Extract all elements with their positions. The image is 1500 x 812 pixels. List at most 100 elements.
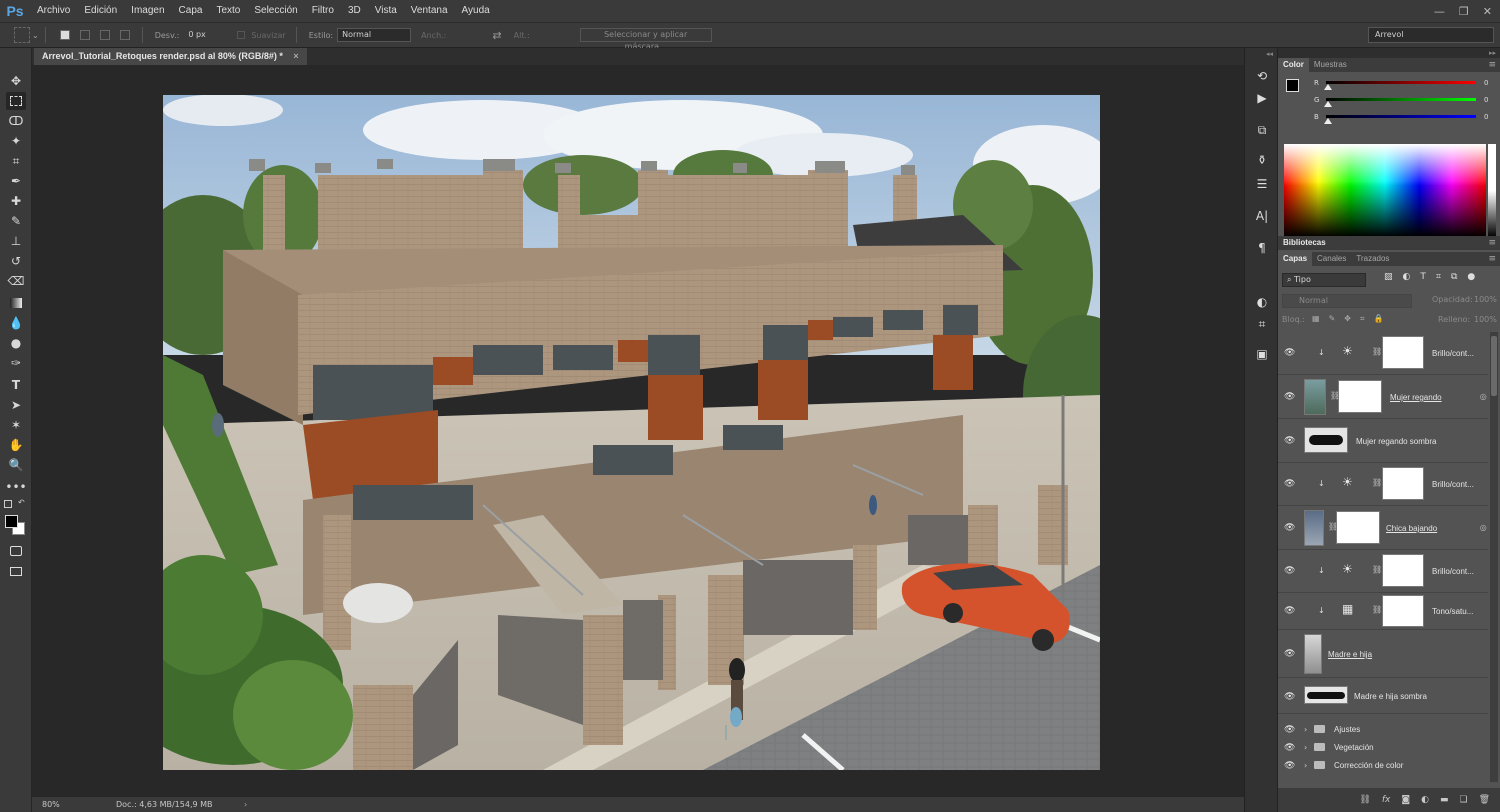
link-icon[interactable]: ⛓ — [1372, 565, 1382, 574]
close-icon[interactable]: ✕ — [1483, 5, 1492, 18]
properties-icon[interactable]: ☰ — [1253, 176, 1271, 192]
eye-icon[interactable]: 👁 — [1284, 649, 1295, 659]
menu-3d[interactable]: 3D — [341, 0, 368, 22]
layer-thumbnail[interactable] — [1304, 686, 1348, 704]
style-select[interactable]: Normal — [337, 28, 412, 42]
layer-row[interactable]: 👁 Madre e hija — [1278, 630, 1488, 678]
link-icon[interactable]: ⛓ — [1372, 605, 1382, 614]
zoom-tool-icon[interactable]: 🔍 — [6, 456, 26, 474]
workspace-select[interactable]: Arrevol — [1368, 27, 1494, 43]
add-mask-icon[interactable]: ◙ — [1401, 795, 1410, 805]
shape-tool-icon[interactable]: ✶ — [6, 416, 26, 434]
layer-thumbnail[interactable] — [1304, 379, 1326, 415]
eye-icon[interactable]: 👁 — [1284, 761, 1295, 771]
crop-tool-icon[interactable]: ⌗ — [6, 152, 26, 170]
link-icon[interactable]: ⛓ — [1372, 478, 1382, 487]
tab-libraries[interactable]: Bibliotecas — [1278, 236, 1331, 250]
default-colors-icon[interactable] — [4, 500, 12, 508]
layer-thumbnail[interactable] — [1304, 634, 1322, 674]
trash-icon[interactable]: 🗑 — [1479, 795, 1490, 805]
fill-input[interactable]: 100% — [1474, 315, 1497, 324]
tab-layers[interactable]: Capas — [1278, 252, 1313, 266]
layer-row[interactable]: 👁 ↓ ▦ ⛓ Tono/satu... — [1278, 593, 1488, 630]
slider-thumb[interactable] — [1324, 84, 1332, 90]
layer-mask-thumbnail[interactable] — [1382, 336, 1424, 369]
layer-name[interactable]: Tono/satu... — [1432, 607, 1473, 616]
screen-mode-icon[interactable] — [6, 562, 26, 580]
clone-source-icon[interactable]: ⧉ — [1253, 122, 1271, 138]
path-selection-tool-icon[interactable]: ➤ — [6, 396, 26, 414]
tab-paths[interactable]: Trazados — [1351, 252, 1394, 266]
layer-row[interactable]: 👁 ↓ ☀ ⛓ Brillo/cont... — [1278, 332, 1488, 375]
layer-row[interactable]: 👁 ↓ ☀ ⛓ Brillo/cont... — [1278, 550, 1488, 593]
subtract-selection-icon[interactable] — [99, 30, 110, 40]
swap-icon[interactable]: ⇄ — [492, 29, 501, 42]
status-menu-arrow[interactable]: › — [244, 797, 247, 812]
foreground-color-swatch[interactable] — [5, 515, 18, 528]
close-tab-icon[interactable]: × — [293, 51, 298, 61]
gradient-tool-icon[interactable] — [6, 294, 26, 312]
type-tool-icon[interactable]: T — [6, 376, 26, 394]
tab-swatches[interactable]: Muestras — [1309, 58, 1352, 72]
eye-icon[interactable]: 👁 — [1284, 348, 1295, 358]
chevron-right-icon[interactable]: › — [1304, 761, 1307, 770]
layer-mask-thumbnail[interactable] — [1338, 380, 1382, 413]
slider-red[interactable]: R 0 — [1312, 78, 1498, 94]
color-spectrum[interactable] — [1284, 144, 1486, 237]
opacity-input[interactable]: 100% — [1474, 295, 1497, 304]
lock-all-icon[interactable]: 🔒 — [1373, 314, 1383, 324]
layers-scrollbar[interactable] — [1490, 332, 1498, 782]
layer-group-row[interactable]: 👁 › Corrección de color — [1278, 758, 1488, 774]
layer-row[interactable]: 👁 Madre e hija sombra — [1278, 678, 1488, 714]
layer-name[interactable]: Brillo/cont... — [1432, 567, 1474, 576]
scrollbar-thumb[interactable] — [1491, 336, 1497, 396]
antialias-checkbox[interactable] — [237, 31, 246, 39]
chevron-down-icon[interactable]: ⌄ — [32, 31, 39, 40]
eraser-tool-icon[interactable]: ⌫ — [6, 272, 26, 290]
new-selection-icon[interactable] — [59, 30, 70, 40]
photoshop-logo[interactable]: Ps — [0, 3, 30, 19]
layer-group-row[interactable]: 👁 › Vegetación — [1278, 740, 1488, 756]
brush-settings-icon[interactable]: ⚱ — [1253, 152, 1271, 168]
hand-tool-icon[interactable]: ✋ — [6, 436, 26, 454]
eye-icon[interactable]: 👁 — [1284, 566, 1295, 576]
blend-mode-select[interactable]: Normal — [1282, 294, 1412, 308]
image-filter-icon[interactable]: ▨ — [1384, 272, 1393, 282]
more-tools-icon[interactable]: ••• — [5, 478, 26, 496]
render-image[interactable] — [163, 95, 1100, 770]
slider-value[interactable]: 0 — [1484, 113, 1488, 121]
slider-track[interactable] — [1326, 115, 1476, 118]
actions-play-icon[interactable]: ▶ — [1253, 90, 1271, 106]
layer-mask-thumbnail[interactable] — [1382, 595, 1424, 627]
document-canvas[interactable] — [163, 95, 1100, 770]
healing-brush-tool-icon[interactable]: ✚ — [6, 192, 26, 210]
lock-image-icon[interactable]: ✎ — [1329, 314, 1336, 324]
lock-artboard-icon[interactable]: ⌗ — [1360, 314, 1365, 324]
fx-icon[interactable]: fx — [1382, 795, 1391, 805]
brush-tool-icon[interactable]: ✎ — [6, 212, 26, 230]
slider-thumb[interactable] — [1324, 101, 1332, 107]
layer-thumbnail[interactable] — [1304, 427, 1348, 453]
eye-icon[interactable]: 👁 — [1284, 743, 1295, 753]
eye-icon[interactable]: 👁 — [1284, 436, 1295, 446]
menu-vista[interactable]: Vista — [368, 0, 404, 22]
select-and-mask-button[interactable]: Seleccionar y aplicar máscara... — [579, 28, 712, 51]
width-input[interactable] — [450, 28, 487, 42]
eye-icon[interactable]: 👁 — [1284, 725, 1295, 735]
layer-thumbnail[interactable] — [1304, 510, 1324, 546]
filter-kind-select[interactable]: ⌕ Tipo — [1282, 273, 1366, 287]
styles-icon[interactable]: ⌗ — [1253, 316, 1271, 332]
magic-wand-tool-icon[interactable]: ✦ — [6, 132, 26, 150]
layer-name[interactable]: Madre e hija — [1328, 650, 1372, 659]
slider-value[interactable]: 0 — [1484, 79, 1488, 87]
panel-collapse-bar[interactable]: ▸▸ — [1278, 48, 1500, 58]
adjustments-icon[interactable]: ◐ — [1253, 294, 1271, 310]
zoom-level[interactable]: 80% — [42, 797, 60, 812]
tab-color[interactable]: Color — [1278, 58, 1309, 72]
menu-ayuda[interactable]: Ayuda — [455, 0, 497, 22]
menu-imagen[interactable]: Imagen — [124, 0, 171, 22]
group-name[interactable]: Vegetación — [1334, 743, 1374, 752]
character-icon[interactable]: A| — [1253, 208, 1271, 224]
layer-mask-thumbnail[interactable] — [1382, 467, 1424, 500]
blur-tool-icon[interactable]: 💧 — [6, 314, 26, 332]
